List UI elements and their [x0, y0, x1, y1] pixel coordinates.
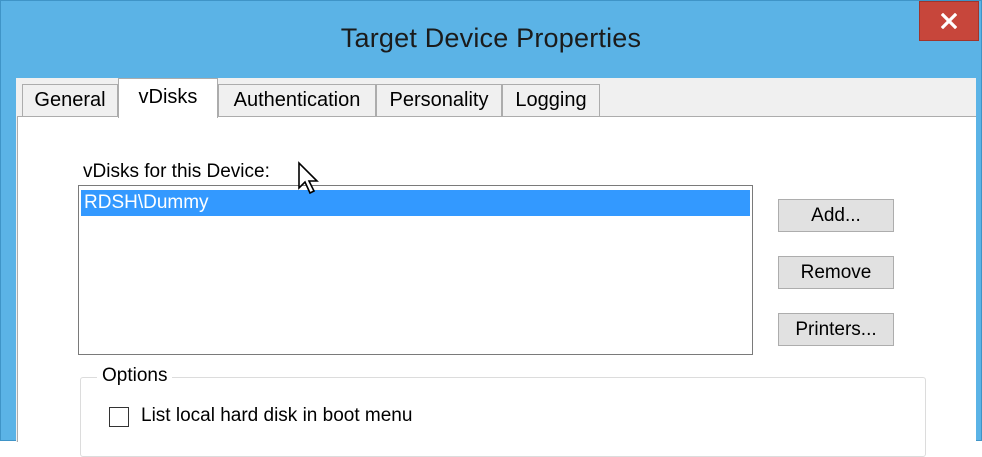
- tab-label: vDisks: [138, 86, 198, 108]
- dialog-window: Target Device Properties General vDisks …: [0, 0, 982, 457]
- remove-button[interactable]: Remove: [778, 256, 894, 289]
- tab-label: Authentication: [233, 89, 361, 111]
- close-button[interactable]: [919, 1, 979, 41]
- tab-vdisks[interactable]: vDisks: [118, 78, 218, 118]
- printers-button[interactable]: Printers...: [778, 313, 894, 346]
- tab-authentication[interactable]: Authentication: [218, 84, 376, 116]
- mouse-pointer-icon: [298, 161, 319, 195]
- tab-label: Personality: [389, 89, 489, 111]
- add-button[interactable]: Add...: [778, 199, 894, 232]
- tab-label: General: [34, 89, 106, 111]
- tab-general[interactable]: General: [22, 84, 118, 116]
- vdisks-listbox[interactable]: RDSH\Dummy: [78, 185, 753, 355]
- add-button-label: Add...: [811, 204, 861, 226]
- window-title: Target Device Properties: [340, 23, 642, 53]
- options-legend: Options: [97, 365, 173, 387]
- tab-logging[interactable]: Logging: [502, 84, 600, 116]
- options-groupbox: Options List local hard disk in boot men…: [80, 365, 926, 457]
- close-icon: [941, 13, 957, 29]
- vdisks-list-label: vDisks for this Device:: [83, 161, 270, 182]
- list-local-hard-disk-checkbox[interactable]: [109, 407, 129, 427]
- list-item[interactable]: RDSH\Dummy: [81, 190, 750, 216]
- tab-personality[interactable]: Personality: [376, 84, 502, 116]
- printers-button-label: Printers...: [795, 318, 877, 340]
- tab-label: Logging: [515, 89, 587, 111]
- title-bar[interactable]: Target Device Properties: [1, 1, 981, 77]
- remove-button-label: Remove: [800, 261, 872, 283]
- vdisks-tab-panel: vDisks for this Device: RDSH\Dummy Add..…: [17, 116, 976, 457]
- dialog-client-area: General vDisks Authentication Personalit…: [16, 78, 976, 457]
- list-local-hard-disk-label[interactable]: List local hard disk in boot menu: [141, 405, 412, 427]
